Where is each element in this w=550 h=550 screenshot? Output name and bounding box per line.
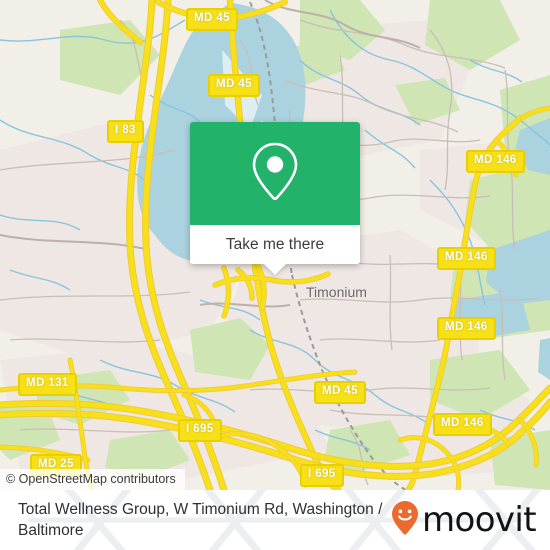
- location-callout-card[interactable]: Take me there: [190, 122, 360, 275]
- road-shield: MD 45: [314, 381, 366, 404]
- road-shield: I 695: [178, 419, 222, 442]
- card-pointer-triangle: [264, 264, 286, 275]
- map-pin-icon: [249, 140, 301, 207]
- take-me-there-button[interactable]: Take me there: [190, 225, 360, 264]
- road-shield: MD 146: [433, 413, 492, 436]
- moovit-smiling-pin-icon: [390, 500, 420, 541]
- take-me-there-label: Take me there: [225, 235, 325, 253]
- road-shield: MD 146: [466, 150, 525, 173]
- moovit-logo[interactable]: moovit: [390, 500, 537, 541]
- card-icon-area: [190, 122, 360, 225]
- place-label-timonium: Timonium: [306, 284, 367, 300]
- footer-bar: Total Wellness Group, W Timonium Rd, Was…: [0, 490, 550, 550]
- road-shield: MD 45: [186, 8, 238, 31]
- road-shield: I 695: [300, 464, 344, 487]
- moovit-wordmark: moovit: [421, 500, 537, 540]
- road-shield: MD 146: [437, 247, 496, 270]
- map-screenshot: Timonium MD 45 MD 45 I 83 MD 146 MD 146 …: [0, 0, 550, 550]
- map-attribution[interactable]: © OpenStreetMap contributors: [0, 469, 185, 490]
- road-shield: MD 146: [437, 317, 496, 340]
- road-shield: I 83: [107, 120, 144, 143]
- road-shield: MD 131: [18, 373, 77, 396]
- location-caption: Total Wellness Group, W Timonium Rd, Was…: [18, 501, 383, 539]
- road-shield: MD 45: [208, 74, 260, 97]
